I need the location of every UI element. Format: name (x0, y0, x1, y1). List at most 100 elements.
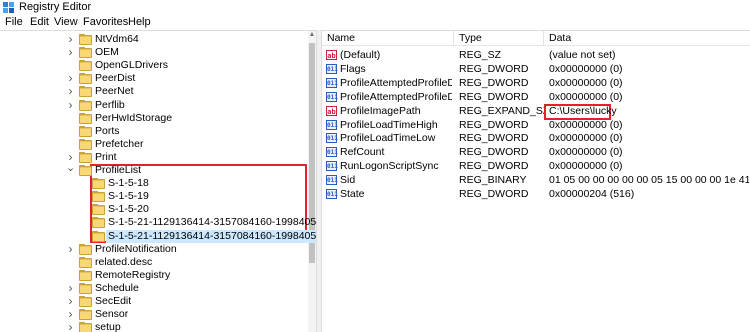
values-list-pane[interactable]: Name Type Data ab (Default) REG_SZ (value n… (322, 30, 750, 332)
chevron-right-icon[interactable]: › (66, 46, 75, 59)
value-data: (value not set) (549, 49, 616, 61)
tree-item[interactable]: S-1-5-21-1129136414-3157084160-199840533… (0, 216, 316, 229)
tree-item[interactable]: › NtVdm64 (0, 33, 316, 46)
menu-file[interactable]: File (5, 16, 23, 29)
value-type: REG_DWORD (459, 118, 529, 131)
tree-item-label: PerHwIdStorage (95, 111, 173, 124)
tree-item[interactable]: › Perflib (0, 98, 316, 112)
value-type: REG_DWORD (459, 76, 529, 89)
expander-placeholder (79, 177, 88, 190)
tree-item-label: OpenGLDrivers (95, 59, 168, 72)
value-name: ProfileImagePath (340, 104, 421, 117)
tree-item[interactable]: › Sensor (0, 308, 316, 321)
menu-help[interactable]: Help (128, 16, 151, 29)
expander-placeholder (79, 230, 88, 243)
tree-item[interactable]: › ProfileNotification (0, 242, 316, 256)
tree-item[interactable]: S-1-5-20 (0, 203, 316, 216)
tree-item[interactable]: Ports (0, 125, 316, 138)
tree-item-label: S-1-5-20 (108, 203, 149, 216)
tree-item-label: Ports (95, 124, 120, 137)
value-type: REG_DWORD (459, 188, 529, 200)
tree-item[interactable]: › setup (0, 321, 316, 332)
expander-placeholder (66, 125, 75, 138)
value-type: REG_DWORD (459, 146, 529, 159)
folder-icon (92, 191, 105, 203)
chevron-right-icon[interactable]: › (66, 308, 75, 321)
tree-item[interactable]: related.desc (0, 256, 316, 269)
tree-item-label: S-1-5-21-1129136414-3157084160-199840533… (108, 216, 316, 229)
expander-placeholder (66, 269, 75, 282)
column-header-name[interactable]: Name (322, 31, 454, 46)
folder-icon (79, 282, 92, 294)
tree-item-label: PeerDist (95, 72, 136, 85)
chevron-right-icon[interactable]: › (66, 321, 75, 332)
tree-item[interactable]: Prefetcher (0, 138, 316, 151)
key-tree-pane[interactable]: ▲ › NtVdm64 › OEM OpenGLDrivers › PeerDist › Pee… (0, 30, 316, 332)
chevron-right-icon[interactable]: › (66, 33, 75, 46)
value-data: 0x00000000 (0) (549, 118, 623, 131)
tree-item[interactable]: › PeerDist (0, 72, 316, 85)
window-title: Registry Editor (19, 1, 92, 13)
tree-item-label: Prefetcher (95, 137, 144, 150)
chevron-right-icon[interactable]: › (66, 85, 75, 98)
tree-item[interactable]: RemoteRegistry (0, 269, 316, 282)
menu-view[interactable]: View (54, 16, 78, 29)
expander-placeholder (66, 59, 75, 72)
binary-value-icon: 011 (326, 91, 338, 102)
folder-icon (92, 204, 105, 216)
chevron-right-icon[interactable]: › (66, 295, 75, 308)
tree-item[interactable]: › OEM (0, 46, 316, 59)
value-data: 0x00000000 (0) (549, 76, 623, 89)
tree-item[interactable]: S-1-5-21-1129136414-3157084160-199840533… (0, 229, 316, 243)
tree-item[interactable]: › SecEdit (0, 295, 316, 308)
column-header-type[interactable]: Type (454, 31, 544, 46)
binary-value-icon: 011 (326, 189, 338, 199)
value-row[interactable]: 011 State REG_DWORD 0x00000204 (516) (322, 187, 750, 201)
chevron-right-icon[interactable]: › (66, 242, 75, 256)
tree-item[interactable]: PerHwIdStorage (0, 112, 316, 125)
chevron-down-icon[interactable]: ⌄ (66, 163, 75, 177)
tree-item-label: PeerNet (95, 85, 134, 98)
binary-value-icon: 011 (326, 147, 338, 158)
value-data: 0x00000000 (0) (549, 160, 623, 173)
value-row[interactable]: 011 Sid REG_BINARY 01 05 00 00 00 00 00 05 … (322, 173, 750, 187)
value-row[interactable]: ab (Default) REG_SZ (value not set) (322, 48, 750, 62)
expander-placeholder (79, 190, 88, 203)
value-name: ProfileAttemptedProfileDo... (340, 90, 452, 103)
tree-item[interactable]: › Schedule (0, 281, 316, 295)
value-row[interactable]: ab ProfileImagePath REG_EXPAND_SZ C:\Users\… (322, 104, 750, 118)
tree-item-label: SecEdit (95, 295, 132, 307)
chevron-right-icon[interactable]: › (66, 281, 75, 295)
menu-edit[interactable]: Edit (30, 16, 49, 29)
string-value-icon: ab (326, 105, 337, 116)
tree-item[interactable]: ⌄ ProfileList (0, 163, 316, 177)
value-type: REG_DWORD (459, 62, 529, 75)
value-row[interactable]: 011 ProfileLoadTimeHigh REG_DWORD 0x0000000… (322, 118, 750, 132)
value-row[interactable]: 011 RunLogonScriptSync REG_DWORD 0x00000000… (322, 159, 750, 173)
tree-item[interactable]: S-1-5-18 (0, 177, 316, 190)
value-data: 0x00000000 (0) (549, 62, 623, 75)
tree-item-label: Print (95, 150, 117, 163)
value-row[interactable]: 011ProfileAttemptedProfileDo... REG_DWORD… (322, 90, 750, 104)
tree-item[interactable]: › Print (0, 150, 316, 164)
folder-icon (79, 165, 92, 176)
chevron-right-icon[interactable]: › (66, 98, 75, 112)
value-name: RefCount (340, 146, 385, 159)
value-type: REG_DWORD (459, 90, 529, 103)
column-header-data[interactable]: Data (544, 31, 750, 46)
binary-value-icon: 011 (326, 119, 338, 130)
folder-icon (92, 217, 105, 229)
tree-item[interactable]: S-1-5-19 (0, 190, 316, 203)
chevron-right-icon[interactable]: › (66, 72, 75, 85)
value-row[interactable]: 011ProfileAttemptedProfileDo... REG_DWORD… (322, 76, 750, 90)
value-row[interactable]: 011 ProfileLoadTimeLow REG_DWORD 0x00000000… (322, 131, 750, 145)
value-row[interactable]: 011 Flags REG_DWORD 0x00000000 (0) (322, 62, 750, 76)
tree-item[interactable]: OpenGLDrivers (0, 59, 316, 72)
expander-placeholder (66, 112, 75, 125)
folder-icon (79, 86, 92, 98)
tree-item[interactable]: › PeerNet (0, 85, 316, 98)
folder-icon (79, 125, 92, 137)
menu-favorites[interactable]: Favorites (83, 16, 128, 29)
value-row[interactable]: 011 RefCount REG_DWORD 0x00000000 (0) (322, 145, 750, 159)
value-type: REG_BINARY (459, 174, 527, 187)
